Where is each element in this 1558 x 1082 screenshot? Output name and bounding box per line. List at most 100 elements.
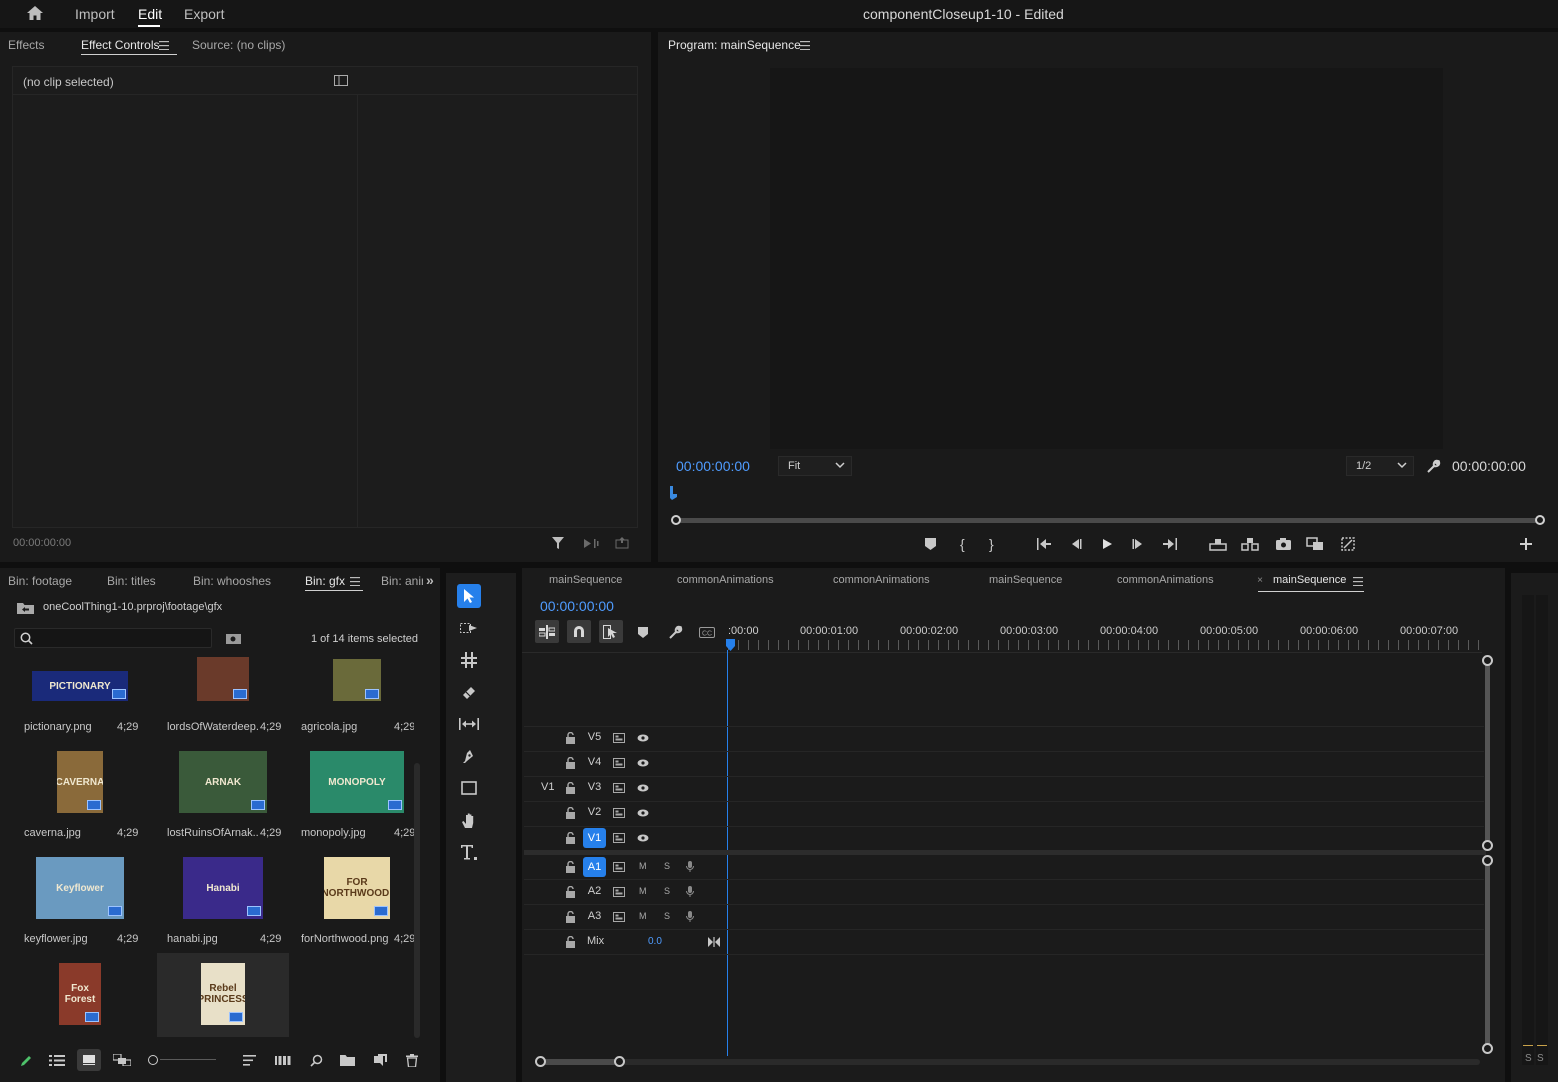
sync-lock-icon[interactable] xyxy=(613,758,625,768)
zoom-select[interactable]: Fit xyxy=(778,456,852,476)
meter-solo-right[interactable]: S xyxy=(1537,1053,1544,1064)
bin-scrollbar-track[interactable] xyxy=(414,763,420,1038)
solo-button[interactable]: S xyxy=(664,911,670,921)
go-to-in-icon[interactable] xyxy=(1035,536,1053,552)
program-video-frame[interactable] xyxy=(770,68,1443,449)
step-forward-icon[interactable] xyxy=(1130,536,1146,552)
tab-program[interactable]: Program: mainSequence xyxy=(668,32,801,58)
hand-tool-icon[interactable] xyxy=(458,810,480,830)
zoom-slider-handle[interactable] xyxy=(148,1055,158,1065)
track-target-v4[interactable]: V4 xyxy=(583,756,606,768)
lock-icon[interactable] xyxy=(565,732,576,744)
timeline-tab[interactable]: mainSequence xyxy=(989,574,1062,586)
lift-icon[interactable] xyxy=(1208,536,1228,552)
solo-button[interactable]: S xyxy=(664,861,670,871)
bin-item[interactable]: agricola.jpg 4;29 xyxy=(291,657,414,739)
video-audio-divider[interactable] xyxy=(524,850,1486,855)
timeline-panel-menu-icon[interactable] xyxy=(1352,575,1364,587)
lock-icon[interactable] xyxy=(565,886,576,898)
sync-lock-icon[interactable] xyxy=(613,887,625,897)
solo-button[interactable]: S xyxy=(664,886,670,896)
bin-item[interactable]: CAVERNA caverna.jpg 4;29 xyxy=(14,741,146,845)
tab-bin-footage[interactable]: Bin: footage xyxy=(8,568,72,594)
ripple-edit-tool-icon[interactable] xyxy=(458,650,480,670)
add-marker-timeline-icon[interactable] xyxy=(636,624,650,640)
audio-tracks-scrollbar[interactable] xyxy=(1485,862,1490,1048)
extract-icon[interactable] xyxy=(1240,536,1260,552)
mute-button[interactable]: M xyxy=(639,861,647,871)
panel-menu-icon[interactable] xyxy=(158,39,170,51)
bin-item[interactable]: FOR NORTHWOOD! forNorthwood.png 4;29 xyxy=(291,847,414,951)
bin-item[interactable]: lordsOfWaterdeep... 4;29 xyxy=(157,657,289,739)
track-target-a2[interactable]: A2 xyxy=(583,885,606,897)
timeline-timecode[interactable]: 00:00:00:00 xyxy=(540,598,614,614)
new-item-icon[interactable] xyxy=(372,1052,388,1068)
track-target-a3[interactable]: A3 xyxy=(583,910,606,922)
list-view-icon[interactable] xyxy=(48,1052,66,1068)
play-audio-icon[interactable] xyxy=(582,535,600,551)
snap-icon[interactable] xyxy=(567,620,591,643)
zoom-handle-right[interactable] xyxy=(614,1056,625,1067)
eye-icon[interactable] xyxy=(637,809,649,817)
bin-item[interactable]: ARNAK lostRuinsOfArnak... 4;29 xyxy=(157,741,289,845)
toggle-timeline-view-icon[interactable] xyxy=(333,73,349,87)
mute-button[interactable]: M xyxy=(639,886,647,896)
scroll-handle-audio-top[interactable] xyxy=(1482,855,1493,866)
pencil-icon[interactable] xyxy=(18,1052,34,1068)
play-icon[interactable] xyxy=(1099,536,1115,552)
tab-effect-controls[interactable]: Effect Controls xyxy=(81,32,178,58)
playhead-marker[interactable] xyxy=(670,486,680,500)
timeline-settings-wrench-icon[interactable] xyxy=(666,623,684,641)
go-to-out-icon[interactable] xyxy=(1161,536,1179,552)
automate-to-sequence-icon[interactable] xyxy=(274,1052,292,1068)
lock-icon[interactable] xyxy=(565,861,576,873)
timeline-tab[interactable]: mainSequence xyxy=(1273,574,1346,586)
bin-item[interactable]: Hanabi hanabi.jpg 4;29 xyxy=(157,847,289,951)
meter-solo-left[interactable]: S xyxy=(1525,1053,1532,1064)
mark-out-icon[interactable]: } xyxy=(989,536,994,552)
track-target-v5[interactable]: V5 xyxy=(583,731,606,743)
more-tabs-icon[interactable]: » xyxy=(426,572,434,588)
timeline-ruler-ticks[interactable] xyxy=(728,640,1480,650)
zoom-handle-left[interactable] xyxy=(535,1056,546,1067)
bin-item[interactable]: Keyflower keyflower.jpg 4;29 xyxy=(14,847,146,951)
close-tab-icon[interactable]: × xyxy=(1254,574,1266,586)
type-tool-icon[interactable] xyxy=(458,842,480,862)
razor-tool-icon[interactable] xyxy=(458,682,480,702)
sync-lock-icon[interactable] xyxy=(613,912,625,922)
program-scrub-bar[interactable] xyxy=(676,518,1538,523)
microphone-icon[interactable] xyxy=(686,861,694,873)
home-icon[interactable] xyxy=(24,4,46,22)
bin-item[interactable]: MONOPOLY monopoly.jpg 4;29 xyxy=(291,741,414,845)
mix-go-to-end-icon[interactable] xyxy=(708,937,720,947)
timeline-tab[interactable]: commonAnimations xyxy=(833,574,930,586)
linked-selection-icon[interactable] xyxy=(599,620,623,643)
step-back-icon[interactable] xyxy=(1068,536,1084,552)
track-target-a1[interactable]: A1 xyxy=(583,857,606,877)
scroll-handle-audio-bottom[interactable] xyxy=(1482,1043,1493,1054)
timeline-horizontal-scroll-thumb[interactable] xyxy=(540,1059,620,1065)
scrub-start-handle[interactable] xyxy=(671,515,681,525)
timeline-horizontal-scroll-track[interactable] xyxy=(540,1059,1480,1065)
menu-import[interactable]: Import xyxy=(75,6,115,22)
microphone-icon[interactable] xyxy=(686,911,694,923)
sync-lock-icon[interactable] xyxy=(613,808,625,818)
scroll-handle-mid[interactable] xyxy=(1482,840,1493,851)
scrub-end-handle[interactable] xyxy=(1535,515,1545,525)
scroll-handle-top[interactable] xyxy=(1482,655,1493,666)
resolution-select[interactable]: 1/2 xyxy=(1346,456,1414,476)
add-marker-icon[interactable] xyxy=(922,536,938,552)
lock-icon[interactable] xyxy=(565,757,576,769)
eye-icon[interactable] xyxy=(637,734,649,742)
program-timecode-current[interactable]: 00:00:00:00 xyxy=(676,458,750,474)
lock-icon[interactable] xyxy=(565,936,576,948)
track-target-v1[interactable]: V1 xyxy=(583,828,606,848)
timeline-tab[interactable]: mainSequence xyxy=(549,574,622,586)
tab-bin-gfx[interactable]: Bin: gfx xyxy=(305,568,364,594)
slip-tool-icon[interactable] xyxy=(458,714,480,734)
add-button-icon[interactable] xyxy=(1518,536,1534,552)
lock-icon[interactable] xyxy=(565,911,576,923)
export-frame-camera-icon[interactable] xyxy=(1274,536,1292,552)
wrench-icon[interactable] xyxy=(1424,457,1442,475)
bin-item[interactable]: Fox ForestfoxInTheForest.jpg4;29 xyxy=(14,953,146,1037)
